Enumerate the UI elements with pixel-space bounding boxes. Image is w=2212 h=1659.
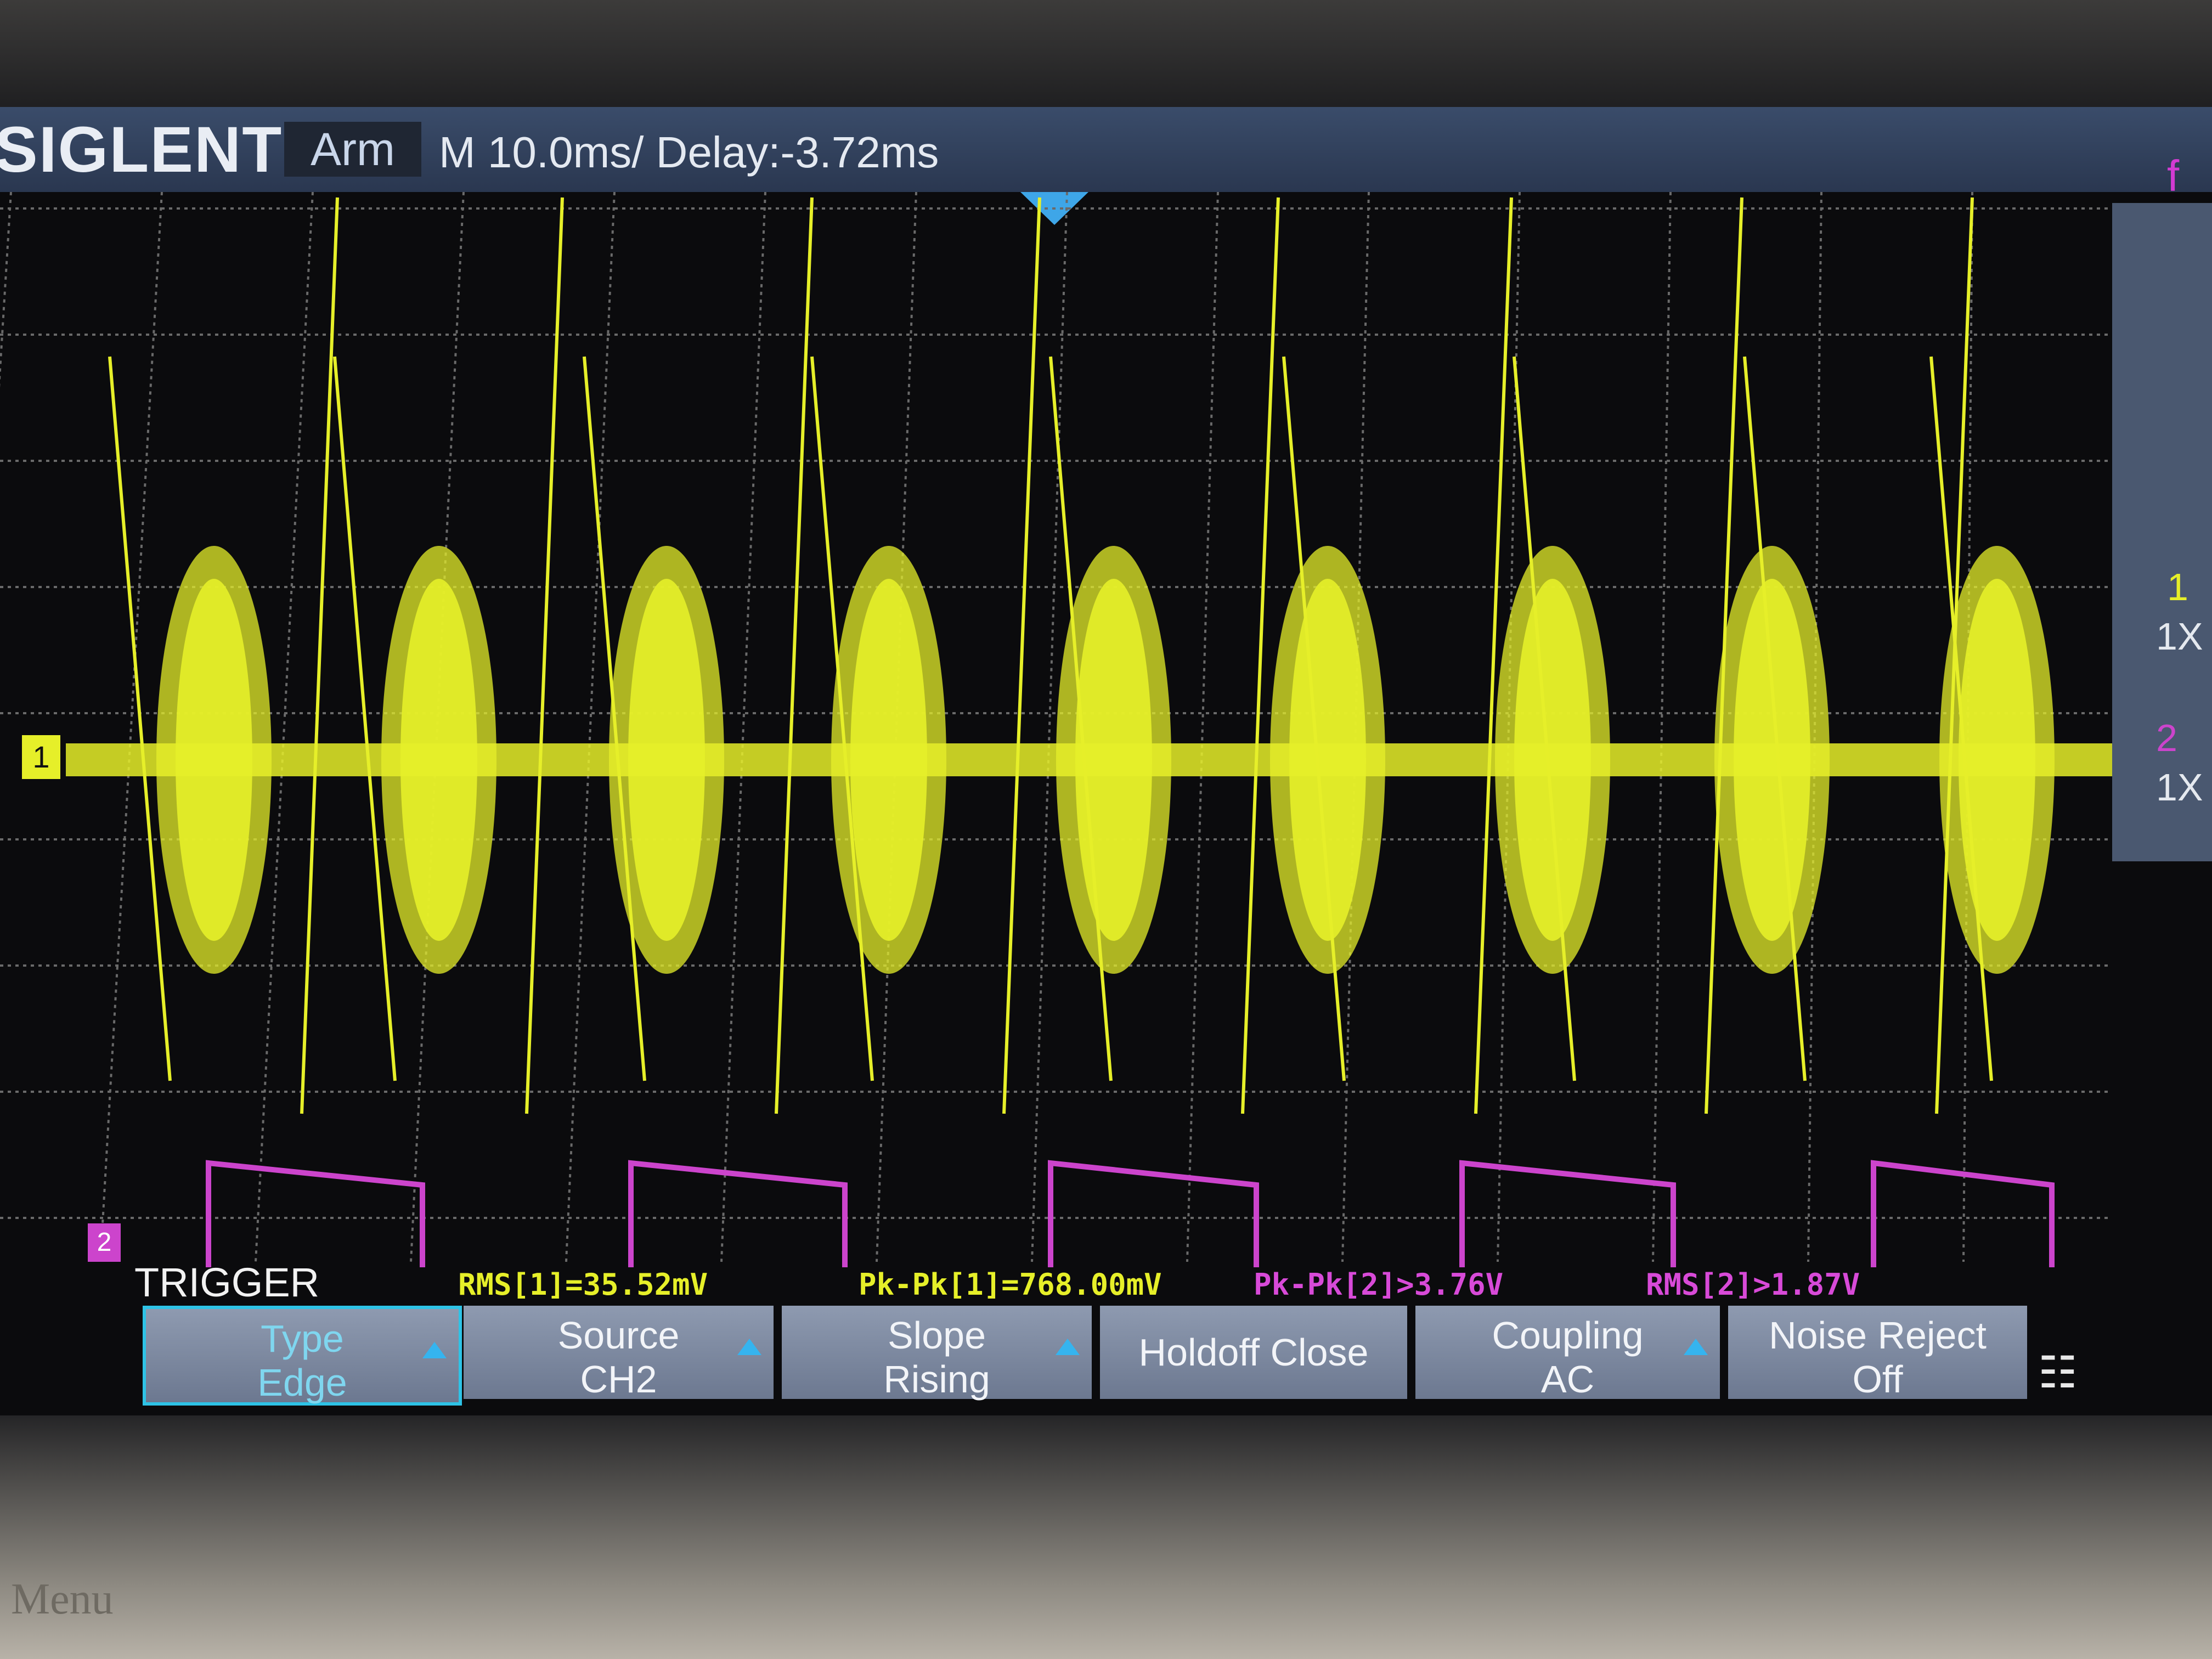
trigger-coupling-value: AC [1541,1358,1595,1401]
ch1-burst-core [176,579,252,941]
trigger-type-value: Edge [257,1361,347,1404]
oscilloscope-bezel-top [0,0,2212,112]
ch1-burst-core [1514,579,1591,941]
trigger-slope-value: Rising [883,1358,990,1401]
measurement-rms-ch2: RMS[2]>1.87V [1646,1267,1860,1302]
noise-reject-value: Off [1852,1358,1903,1401]
ch1-ground-marker: 1 [22,735,60,779]
ch2-waveform [206,1160,2055,1267]
grid-line-vertical [1186,192,1219,1262]
ch2-label: 2 [2156,716,2177,759]
brand-logo: SIGLENT [0,114,283,186]
network-icon: ☷ [2038,1348,2078,1397]
trigger-source-label: Source [557,1314,680,1357]
holdoff-button[interactable]: Holdoff Close [1100,1306,1407,1399]
grid-line-vertical [565,192,616,1262]
trigger-source-button[interactable]: Source CH2 [464,1306,774,1401]
noise-reject-button[interactable]: Noise Reject Off [1728,1306,2027,1401]
channel-side-panel [2112,203,2212,861]
grid-line-vertical [0,192,12,388]
measurement-rms-ch1: RMS[1]=35.52mV [458,1267,708,1302]
ch1-burst-core [850,579,927,941]
holdoff-label: Holdoff Close [1138,1331,1369,1374]
trigger-menu-title: TRIGGER [134,1260,320,1305]
ch1-burst-core [1734,579,1810,941]
ch2-pulse [628,1160,848,1267]
ch2-pulse [1048,1160,1259,1267]
ch1-label: 1 [2167,566,2188,608]
arrow-up-icon [1056,1339,1080,1355]
ch2-pulse [206,1160,425,1267]
ch2-pulse [1871,1160,2055,1267]
ch1-spike [300,197,339,1114]
arrow-up-icon [422,1342,447,1358]
ch1-burst-core [1959,579,2035,941]
waveform-display [0,192,2112,1267]
ch2-pulse [1459,1160,1676,1267]
acquisition-status: Arm [284,122,421,177]
arrow-up-icon [1684,1339,1708,1355]
measurement-pkpk-ch2: Pk-Pk[2]>3.76V [1254,1267,1504,1302]
trigger-slope-button[interactable]: Slope Rising [782,1306,1092,1401]
ch1-burst-core [400,579,477,941]
ch1-waveform [66,546,2112,974]
trigger-type-label: Type [261,1317,344,1360]
oscilloscope-bezel-bottom [0,1415,2212,1659]
ch1-burst-core [628,579,705,941]
grid-line-vertical [1652,192,1672,1262]
trigger-coupling-button[interactable]: Coupling AC [1415,1306,1720,1401]
ch1-burst-core [1075,579,1152,941]
grid-line-vertical [720,192,766,1262]
trigger-type-button[interactable]: Type Edge [143,1306,462,1406]
noise-reject-label: Noise Reject [1769,1314,1987,1357]
grid-line-vertical [99,192,163,1262]
arrow-up-icon [737,1339,761,1355]
trigger-source-value: CH2 [580,1358,657,1401]
ch2-ground-marker: 2 [88,1223,121,1262]
timebase-readout: M 10.0ms/ Delay:-3.72ms [439,128,939,177]
measurement-pkpk-ch1: Pk-Pk[1]=768.00mV [859,1267,1162,1302]
ch1-probe: 1X [2156,615,2203,658]
trigger-slope-label: Slope [887,1314,986,1357]
trigger-coupling-label: Coupling [1492,1314,1644,1357]
ch2-probe: 1X [2156,766,2203,809]
menu-button-label[interactable]: Menu [11,1575,114,1624]
